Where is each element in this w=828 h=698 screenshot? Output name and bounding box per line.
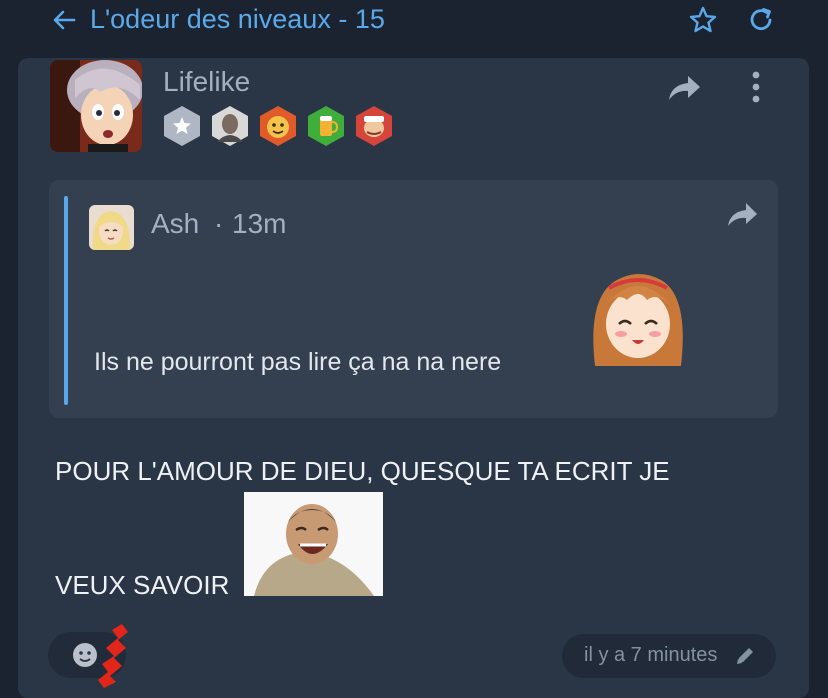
post-timestamp: il y a 7 minutes xyxy=(584,644,718,666)
pencil-icon[interactable] xyxy=(734,645,756,667)
post-card: Lifelike Ash · 13m Ils ne pourront pas l… xyxy=(18,58,809,698)
face-badge[interactable] xyxy=(257,104,299,148)
page-title: L'odeur des niveaux - 15 xyxy=(90,4,385,34)
more-vertical-icon[interactable] xyxy=(748,70,764,104)
beer-badge[interactable] xyxy=(305,104,347,148)
red-scribble-mark xyxy=(98,624,128,688)
top-bar: L'odeur des niveaux - 15 xyxy=(0,0,828,50)
author-avatar[interactable] xyxy=(50,60,142,152)
arrow-left-icon[interactable] xyxy=(50,6,78,34)
anime-girl-sticker xyxy=(593,274,683,366)
laughing-man-sticker xyxy=(244,492,383,596)
author-name[interactable]: Lifelike xyxy=(163,66,250,98)
character-badge[interactable] xyxy=(353,104,395,148)
message-text-line-1: POUR L'AMOUR DE DIEU, QUESQUE TA ECRIT J… xyxy=(55,456,670,486)
refresh-icon[interactable] xyxy=(746,5,776,35)
star-outline-icon[interactable] xyxy=(688,5,718,35)
share-icon[interactable] xyxy=(725,200,759,230)
quote-block[interactable]: Ash · 13m Ils ne pourront pas lire ça na… xyxy=(49,180,778,418)
portrait-badge[interactable] xyxy=(209,104,251,148)
quote-text: Ils ne pourront pas lire ça na na nere xyxy=(94,348,502,376)
quote-author-name[interactable]: Ash xyxy=(151,208,199,240)
quote-time: 13m xyxy=(232,208,287,239)
quote-author-avatar[interactable] xyxy=(89,205,134,250)
message-text-line-2: VEUX SAVOIR xyxy=(55,570,230,600)
quote-accent-bar xyxy=(64,196,68,405)
quote-separator: · xyxy=(214,208,224,239)
share-icon[interactable] xyxy=(666,72,702,104)
star-badge[interactable] xyxy=(161,104,203,148)
